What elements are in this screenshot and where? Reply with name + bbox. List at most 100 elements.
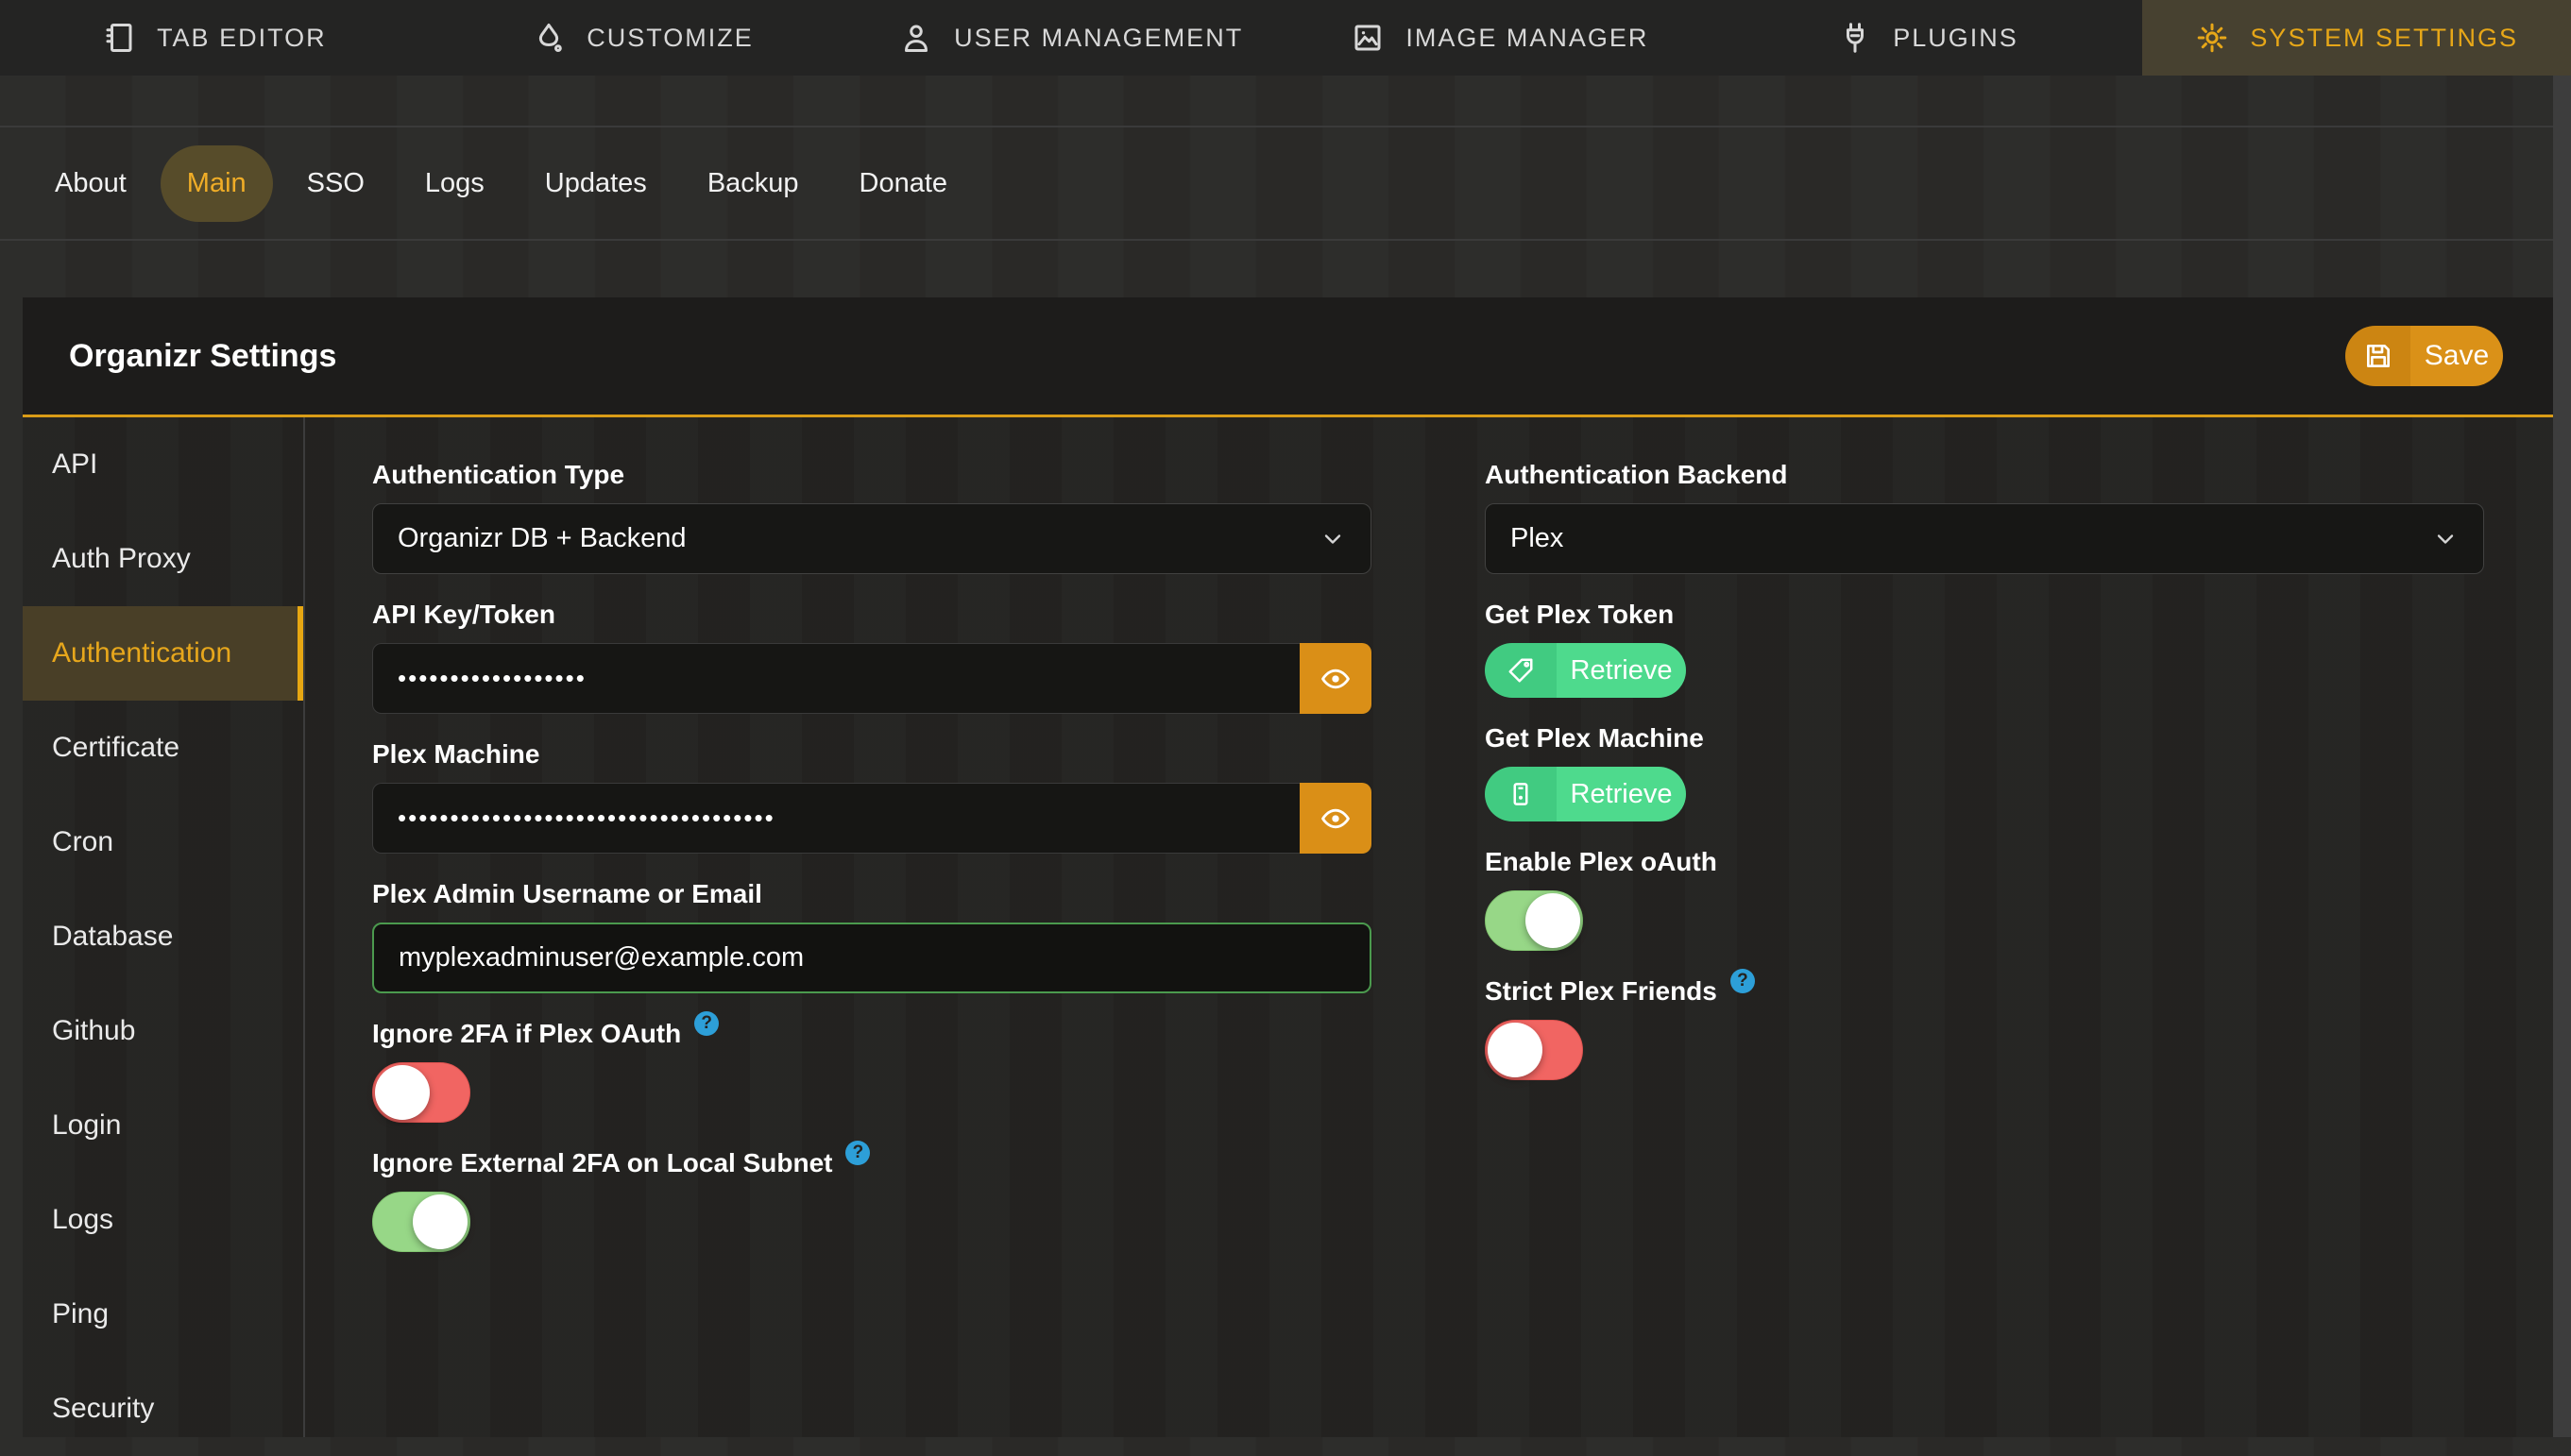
panel-header: Organizr Settings Save [23,297,2553,417]
subnav-tab-main[interactable]: Main [161,145,273,222]
user-management-icon [899,21,933,55]
sidebar-item-certificate[interactable]: Certificate [23,701,303,795]
plex-admin-input[interactable] [372,923,1371,993]
auth-backend-group: Authentication Backend Plex [1485,459,2484,574]
auth-backend-label: Authentication Backend [1485,459,2484,491]
sidebar-item-security[interactable]: Security [23,1362,303,1456]
get-plex-machine-label: Get Plex Machine [1485,722,2484,754]
subnav-tab-donate[interactable]: Donate [833,145,975,222]
plex-admin-group: Plex Admin Username or Email [372,878,1371,993]
sidebar-item-login[interactable]: Login [23,1078,303,1173]
enable-plex-oauth-group: Enable Plex oAuth [1485,846,2484,951]
sidebar-item-cron[interactable]: Cron [23,795,303,889]
gear-icon [2195,21,2229,55]
toggle-knob [413,1194,468,1249]
strict-plex-friends-toggle[interactable] [1485,1020,1583,1080]
nav-label: PLUGINS [1893,24,2018,53]
nav-label: CUSTOMIZE [587,24,754,53]
help-icon[interactable]: ? [1730,969,1755,993]
plex-machine-label: Plex Machine [372,738,1371,770]
ignore-external-2fa-label: Ignore External 2FA on Local Subnet ? [372,1147,1371,1179]
customize-icon [532,21,566,55]
auth-backend-selected-value: Plex [1510,523,1563,554]
nav-label: IMAGE MANAGER [1405,24,1648,53]
api-key-input[interactable] [372,643,1300,714]
enable-plex-oauth-label: Enable Plex oAuth [1485,846,2484,878]
eye-icon [1320,663,1352,695]
settings-sidebar: API Auth Proxy Authentication Certificat… [23,417,305,1437]
page-scrollbar[interactable] [2553,76,2571,1437]
save-button[interactable]: Save [2345,326,2503,386]
nav-plugins[interactable]: PLUGINS [1714,0,2143,76]
settings-panel: Organizr Settings Save API Auth Proxy Au… [23,297,2553,1437]
sidebar-item-auth-proxy[interactable]: Auth Proxy [23,512,303,606]
ignore-external-2fa-group: Ignore External 2FA on Local Subnet ? [372,1147,1371,1252]
toggle-knob [1488,1023,1542,1077]
nav-customize[interactable]: CUSTOMIZE [429,0,858,76]
image-manager-icon [1351,21,1385,55]
sidebar-item-logs[interactable]: Logs [23,1173,303,1267]
form-column-left: Authentication Type Organizr DB + Backen… [372,459,1371,1277]
nav-tab-editor[interactable]: TAB EDITOR [0,0,429,76]
retrieve-button-label: Retrieve [1557,767,1686,821]
auth-type-label: Authentication Type [372,459,1371,491]
form-column-right: Authentication Backend Plex Get Plex Tok… [1485,459,2484,1277]
get-plex-token-retrieve-button[interactable]: Retrieve [1485,643,1686,698]
plex-machine-field [372,783,1371,854]
enable-plex-oauth-toggle[interactable] [1485,890,1583,951]
subnav-tab-logs[interactable]: Logs [399,145,511,222]
nav-user-management[interactable]: USER MANAGEMENT [857,0,1286,76]
help-icon[interactable]: ? [845,1141,870,1165]
get-plex-token-group: Get Plex Token Retrieve [1485,599,2484,698]
ignore-external-2fa-toggle[interactable] [372,1192,470,1252]
eye-icon [1320,803,1352,835]
toggle-knob [1525,893,1580,948]
api-key-field [372,643,1371,714]
get-plex-machine-retrieve-button[interactable]: Retrieve [1485,767,1686,821]
retrieve-button-label: Retrieve [1557,643,1686,698]
plex-machine-group: Plex Machine [372,738,1371,854]
auth-type-group: Authentication Type Organizr DB + Backen… [372,459,1371,574]
nav-system-settings[interactable]: SYSTEM SETTINGS [2142,0,2571,76]
panel-body: API Auth Proxy Authentication Certificat… [23,417,2553,1437]
save-button-label: Save [2410,326,2503,386]
subnav-tab-backup[interactable]: Backup [681,145,826,222]
get-plex-token-label: Get Plex Token [1485,599,2484,631]
top-nav: TAB EDITOR CUSTOMIZE USER MANAGEMENT IMA… [0,0,2571,76]
sidebar-item-database[interactable]: Database [23,889,303,984]
toggle-knob [375,1065,430,1120]
sidebar-item-authentication[interactable]: Authentication [23,606,303,701]
page-title: Organizr Settings [69,338,336,375]
api-key-group: API Key/Token [372,599,1371,714]
plex-machine-reveal-button[interactable] [1300,783,1371,854]
sidebar-item-api[interactable]: API [23,417,303,512]
chevron-down-icon [2432,526,2459,552]
machine-card-icon [1485,767,1557,821]
api-key-reveal-button[interactable] [1300,643,1371,714]
subnav-tab-about[interactable]: About [28,145,153,222]
nav-label: TAB EDITOR [157,24,327,53]
get-plex-machine-group: Get Plex Machine Retrieve [1485,722,2484,821]
auth-type-selected-value: Organizr DB + Backend [398,523,686,554]
help-icon[interactable]: ? [694,1011,719,1036]
strict-plex-friends-group: Strict Plex Friends ? [1485,975,2484,1080]
subnav-tab-sso[interactable]: SSO [281,145,391,222]
api-key-label: API Key/Token [372,599,1371,631]
ignore-2fa-toggle[interactable] [372,1062,470,1123]
plugins-icon [1838,21,1872,55]
tag-icon [1485,643,1557,698]
ignore-2fa-group: Ignore 2FA if Plex OAuth ? [372,1018,1371,1123]
ignore-2fa-label: Ignore 2FA if Plex OAuth ? [372,1018,1371,1050]
sidebar-item-github[interactable]: Github [23,984,303,1078]
nav-label: SYSTEM SETTINGS [2250,24,2518,53]
auth-backend-select[interactable]: Plex [1485,503,2484,574]
chevron-down-icon [1320,526,1346,552]
plex-admin-label: Plex Admin Username or Email [372,878,1371,910]
auth-type-select[interactable]: Organizr DB + Backend [372,503,1371,574]
plex-machine-input[interactable] [372,783,1300,854]
sidebar-item-ping[interactable]: Ping [23,1267,303,1362]
nav-image-manager[interactable]: IMAGE MANAGER [1286,0,1714,76]
nav-label: USER MANAGEMENT [954,24,1243,53]
subnav-tab-updates[interactable]: Updates [519,145,673,222]
floppy-disk-icon [2345,326,2410,386]
